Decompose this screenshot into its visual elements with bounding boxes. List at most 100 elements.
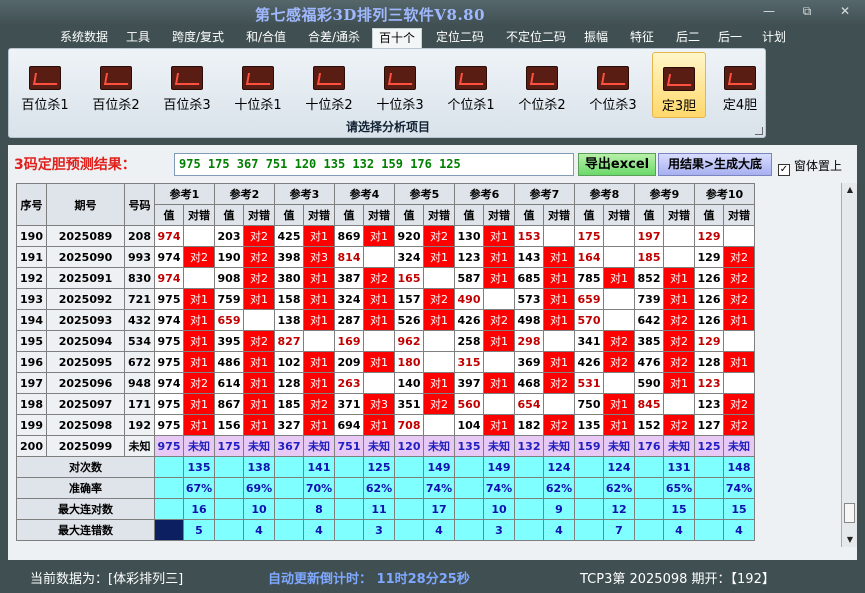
prediction-result-field[interactable]: 975 175 367 751 120 135 132 159 176 125 <box>174 153 574 176</box>
table-row[interactable]: 194 2025093 432 974 对1 659 138 对1 287 对1 526 对1 426 对… <box>16 309 755 331</box>
column-header-ref[interactable]: 参考9 <box>634 183 695 205</box>
ref-result <box>303 330 335 352</box>
subheader-value[interactable]: 值 <box>454 204 484 226</box>
subheader-value[interactable]: 值 <box>154 204 184 226</box>
stats-spacer <box>454 519 484 541</box>
column-header-seq[interactable]: 序号 <box>16 183 47 226</box>
subheader-result[interactable]: 对错 <box>483 204 515 226</box>
menu-item-9[interactable]: 特征 <box>624 28 660 48</box>
menu-item-4[interactable]: 合差/通杀 <box>302 28 366 48</box>
export-excel-button[interactable]: 导出excel <box>578 153 656 176</box>
scroll-thumb[interactable] <box>844 503 855 523</box>
ref-value: 526 <box>394 309 424 331</box>
ribbon-expand-icon[interactable] <box>755 127 763 135</box>
ref-result: 对1 <box>243 351 275 373</box>
menu-item-8[interactable]: 振幅 <box>578 28 614 48</box>
ribbon-button-5[interactable]: 十位杀3 <box>368 52 432 118</box>
ribbon-button-10[interactable]: 定4胆 <box>713 52 767 118</box>
subheader-value[interactable]: 值 <box>514 204 544 226</box>
menu-item-0[interactable]: 系统数据 <box>54 28 114 48</box>
column-header-ref[interactable]: 参考2 <box>214 183 275 205</box>
ref-value: 263 <box>334 372 364 394</box>
minimize-button[interactable]: — <box>758 4 780 18</box>
subheader-value[interactable]: 值 <box>694 204 724 226</box>
column-header-ref[interactable]: 参考6 <box>454 183 515 205</box>
subheader-value[interactable]: 值 <box>214 204 244 226</box>
table-row[interactable]: 191 2025090 993 974 对2 190 对2 398 对3 814 324 对1 123 对… <box>16 246 755 268</box>
column-header-ref[interactable]: 参考1 <box>154 183 215 205</box>
subheader-value[interactable]: 值 <box>634 204 664 226</box>
column-header-ref[interactable]: 参考3 <box>274 183 335 205</box>
table-row[interactable]: 195 2025094 534 975 对1 395 对2 827 169 962 258 对1 298… <box>16 330 755 352</box>
menu-item-10[interactable]: 后二 <box>670 28 706 48</box>
topmost-checkbox[interactable]: ✓ 窗体置上 <box>778 157 842 176</box>
table-row[interactable]: 190 2025089 208 974 203 对2 425 对1 869 对1 920 对2 130 对… <box>16 225 755 247</box>
stats-spacer <box>514 456 544 478</box>
table-row[interactable]: 193 2025092 721 975 对1 759 对1 158 对1 324 对1 157 对2 49… <box>16 288 755 310</box>
ref-value: 845 <box>634 393 664 415</box>
menu-item-3[interactable]: 和/合值 <box>240 28 292 48</box>
ribbon-button-3[interactable]: 十位杀1 <box>226 52 290 118</box>
subheader-result[interactable]: 对错 <box>243 204 275 226</box>
table-row[interactable]: 198 2025097 171 975 对1 867 对1 185 对2 371 对3 351 对2 56… <box>16 393 755 415</box>
row-issue: 2025097 <box>46 393 125 415</box>
stats-spacer <box>214 498 244 520</box>
menu-item-5[interactable]: 百十个 <box>372 28 423 48</box>
stats-spacer <box>214 519 244 541</box>
ribbon-button-2[interactable]: 百位杀3 <box>155 52 219 118</box>
table-row[interactable]: 199 2025098 192 975 对1 156 对1 327 对1 694 对1 708 104 对… <box>16 414 755 436</box>
table-row[interactable]: 192 2025091 830 974 908 对2 380 对1 387 对2 165 587 对1 6… <box>16 267 755 289</box>
subheader-result[interactable]: 对错 <box>183 204 215 226</box>
column-header-ref[interactable]: 参考7 <box>514 183 575 205</box>
ribbon-button-0[interactable]: 百位杀1 <box>13 52 77 118</box>
column-header-issue[interactable]: 期号 <box>46 183 125 226</box>
table-row[interactable]: 197 2025096 948 974 对2 614 对1 128 对1 263 140 对1 397 对… <box>16 372 755 394</box>
menu-item-1[interactable]: 工具 <box>120 28 156 48</box>
column-header-ref[interactable]: 参考4 <box>334 183 395 205</box>
stats-spacer <box>214 456 244 478</box>
menu-item-12[interactable]: 计划 <box>756 28 792 48</box>
scroll-up-icon[interactable]: ▲ <box>842 183 858 197</box>
ribbon-button-6[interactable]: 个位杀1 <box>439 52 503 118</box>
menu-item-2[interactable]: 跨度/复式 <box>166 28 230 48</box>
ribbon-button-1[interactable]: 百位杀2 <box>84 52 148 118</box>
ribbon-button-9[interactable]: 定3胆 <box>652 52 706 118</box>
ref-result: 对2 <box>243 246 275 268</box>
prediction-row[interactable]: 200 2025099 未知 975 未知 175 未知 367 未知 751 未知 120 未知 135… <box>16 435 755 457</box>
generate-base-button[interactable]: 用结果>生成大底 <box>658 153 772 176</box>
subheader-value[interactable]: 值 <box>574 204 604 226</box>
subheader-result[interactable]: 对错 <box>663 204 695 226</box>
vertical-scrollbar[interactable]: ▲ ▼ <box>841 183 857 547</box>
subheader-value[interactable]: 值 <box>274 204 304 226</box>
subheader-result[interactable]: 对错 <box>723 204 755 226</box>
menu-item-11[interactable]: 后一 <box>712 28 748 48</box>
ref-value: 852 <box>634 267 664 289</box>
scroll-down-icon[interactable]: ▼ <box>842 533 858 547</box>
ribbon-button-7[interactable]: 个位杀2 <box>510 52 574 118</box>
ref-result <box>603 225 635 247</box>
chart-icon <box>171 66 203 90</box>
menu-item-6[interactable]: 定位二码 <box>430 28 490 48</box>
row-code: 192 <box>124 414 155 436</box>
checkbox-check-icon[interactable]: ✓ <box>778 164 790 176</box>
subheader-value[interactable]: 值 <box>334 204 364 226</box>
subheader-result[interactable]: 对错 <box>543 204 575 226</box>
table-row[interactable]: 196 2025095 672 975 对1 486 对1 102 对1 209 对1 180 315 3… <box>16 351 755 373</box>
maximize-button[interactable]: ⧉ <box>796 4 818 19</box>
ribbon-button-8[interactable]: 个位杀3 <box>581 52 645 118</box>
subheader-result[interactable]: 对错 <box>363 204 395 226</box>
chart-icon <box>384 66 416 90</box>
ref-result: 对1 <box>303 309 335 331</box>
subheader-result[interactable]: 对错 <box>603 204 635 226</box>
subheader-result[interactable]: 对错 <box>423 204 455 226</box>
subheader-result[interactable]: 对错 <box>303 204 335 226</box>
menu-item-7[interactable]: 不定位二码 <box>500 28 572 48</box>
subheader-value[interactable]: 值 <box>394 204 424 226</box>
column-header-code[interactable]: 号码 <box>124 183 155 226</box>
column-header-ref[interactable]: 参考8 <box>574 183 635 205</box>
column-header-ref[interactable]: 参考5 <box>394 183 455 205</box>
close-button[interactable]: ✕ <box>834 4 856 18</box>
column-header-ref[interactable]: 参考10 <box>694 183 755 205</box>
ribbon-button-4[interactable]: 十位杀2 <box>297 52 361 118</box>
row-seq: 193 <box>16 288 47 310</box>
